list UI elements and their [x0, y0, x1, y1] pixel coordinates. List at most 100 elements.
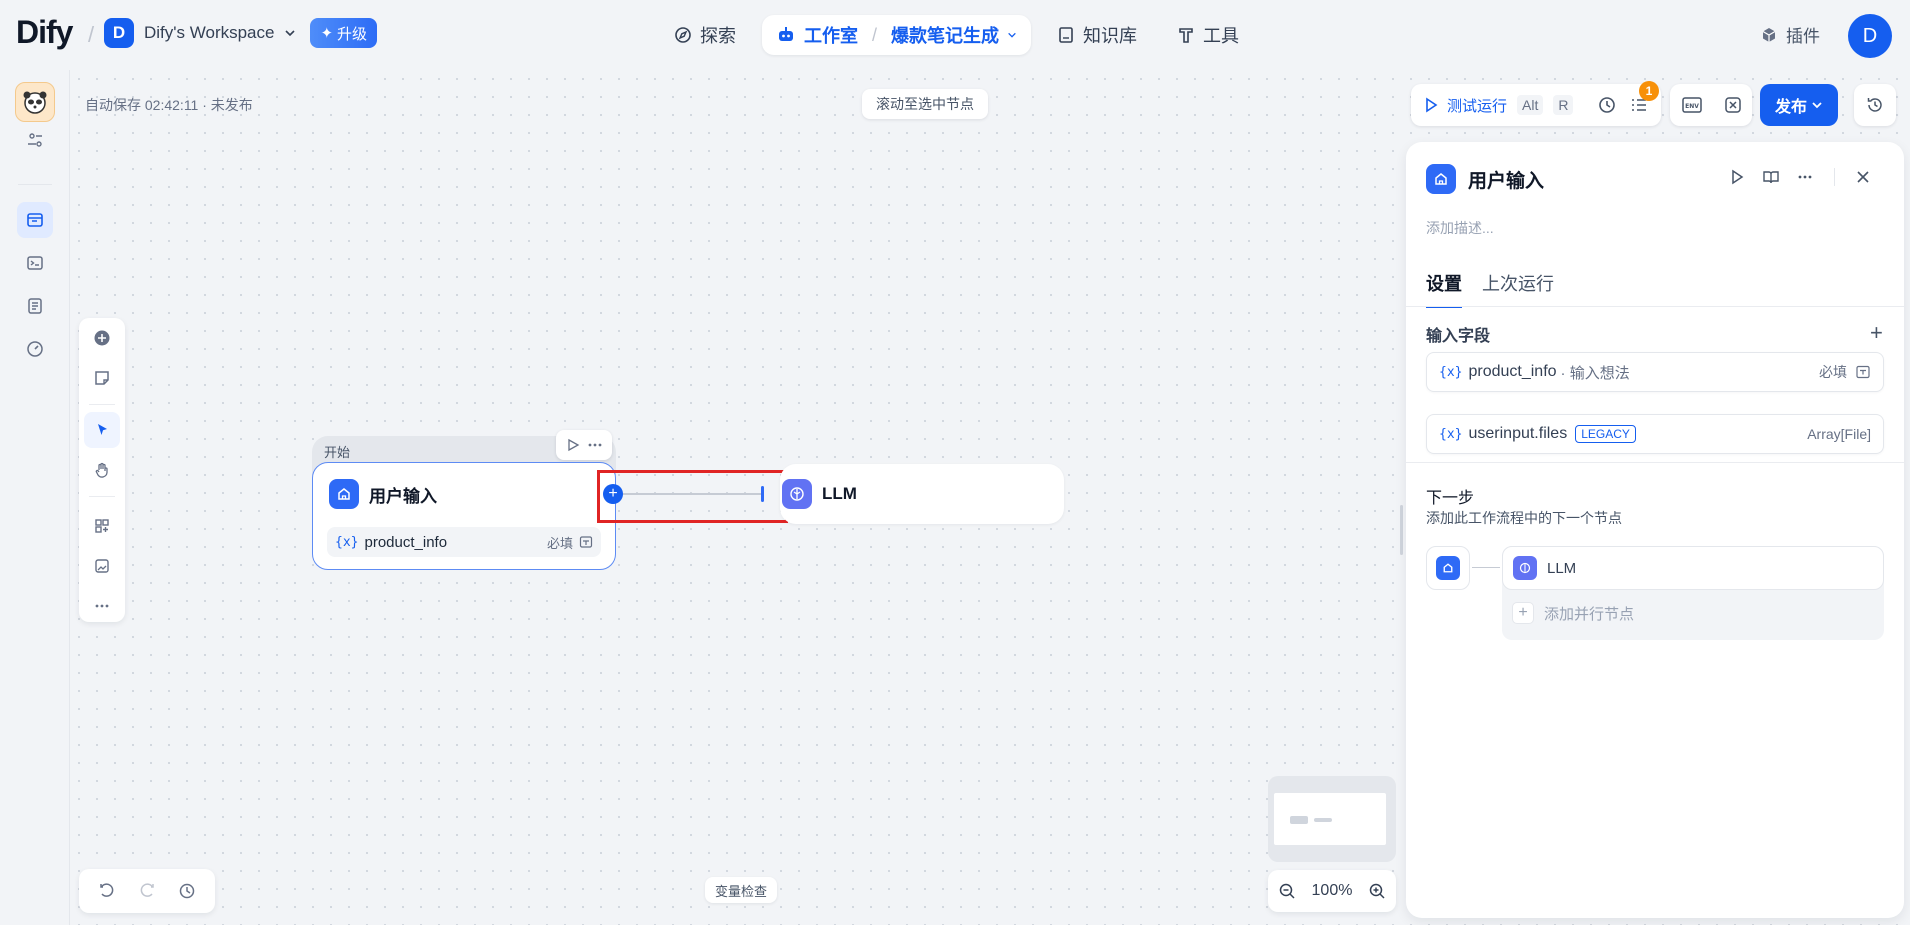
more-horizontal-icon[interactable]: [587, 437, 603, 453]
nav-studio-label: 工作室: [804, 26, 858, 46]
nav-studio[interactable]: 工作室 / 爆款笔记生成: [762, 15, 1032, 55]
zoom-level[interactable]: 100%: [1312, 882, 1353, 900]
add-parallel-node-button[interactable]: + 添加并行节点: [1512, 602, 1634, 624]
panel-actions: [1728, 168, 1871, 186]
help-book-icon[interactable]: [1762, 168, 1780, 186]
zoom-out-icon[interactable]: [1278, 882, 1296, 900]
test-run-button[interactable]: 测试运行 Alt R: [1423, 95, 1574, 116]
upgrade-button[interactable]: ✦ 升级: [310, 18, 378, 48]
organize-blocks-button[interactable]: [84, 508, 120, 544]
cursor-icon: [98, 424, 107, 435]
next-step-connector: [1472, 567, 1500, 568]
env-toolbar: ENV: [1670, 84, 1752, 126]
tab-last-run[interactable]: 上次运行: [1482, 270, 1554, 308]
home-icon: [1426, 164, 1456, 194]
workspace-switcher[interactable]: D Dify's Workspace ✦ 升级: [104, 18, 378, 48]
current-app-name[interactable]: 爆款笔记生成: [891, 22, 999, 48]
more-horizontal-icon[interactable]: [1796, 168, 1814, 186]
description-input[interactable]: 添加描述...: [1426, 218, 1494, 238]
publish-button[interactable]: 发布: [1760, 84, 1838, 126]
minimap-node: [1314, 818, 1332, 822]
nav-knowledge[interactable]: 知识库: [1043, 15, 1151, 55]
zoom-in-icon[interactable]: [1368, 882, 1386, 900]
breadcrumb-separator: /: [88, 22, 95, 47]
upgrade-label: 升级: [337, 25, 368, 43]
next-node-llm[interactable]: LLM: [1502, 546, 1884, 590]
redo-icon[interactable]: [138, 882, 156, 900]
add-field-button[interactable]: +: [1870, 320, 1883, 346]
scroll-to-selected-button[interactable]: 滚动至选中节点: [862, 89, 988, 119]
nav-explore[interactable]: 探索: [660, 15, 750, 55]
close-icon[interactable]: [1855, 169, 1871, 185]
nav-tools[interactable]: 工具: [1163, 15, 1253, 55]
panel-resize-handle[interactable]: [1400, 505, 1403, 555]
play-icon[interactable]: [566, 438, 580, 452]
version-history-icon[interactable]: [178, 882, 196, 900]
top-bar: Dify / D Dify's Workspace ✦ 升级 探索 工作室 / …: [0, 0, 1910, 70]
minimap-viewport: [1274, 793, 1386, 845]
nav-tools-label: 工具: [1203, 26, 1240, 46]
next-step-list: LLM + 添加并行节点: [1502, 546, 1884, 640]
autosave-status: 自动保存 02:42:11 · 未发布: [85, 97, 253, 113]
plugins-button[interactable]: 插件: [1760, 22, 1820, 47]
more-horizontal-icon: [95, 604, 109, 608]
pointer-mode-button[interactable]: [84, 412, 120, 448]
llm-node[interactable]: LLM: [780, 464, 1064, 524]
conversation-variables-icon[interactable]: [1724, 96, 1742, 114]
app-icon[interactable]: [15, 82, 55, 122]
variable-inspect-button[interactable]: 变量检查: [705, 877, 778, 903]
add-note-button[interactable]: [84, 360, 120, 396]
chevron-down-icon: [1812, 102, 1822, 109]
robot-icon: [779, 27, 793, 41]
undo-icon[interactable]: [98, 882, 116, 900]
nav-knowledge-label: 知识库: [1083, 26, 1138, 46]
variable-icon: {x}: [1439, 364, 1463, 380]
panel-actions-divider: [1834, 168, 1835, 186]
play-icon: [1426, 97, 1438, 113]
checklist-button[interactable]: 1: [1629, 81, 1659, 115]
llm-node-header: LLM: [782, 479, 857, 509]
svg-text:ENV: ENV: [1685, 103, 1699, 110]
sidebar-item-api[interactable]: [17, 245, 53, 281]
app-settings-button[interactable]: [17, 122, 53, 158]
tab-settings[interactable]: 设置: [1426, 270, 1462, 308]
sidebar-item-monitoring[interactable]: [17, 331, 53, 367]
input-field-row[interactable]: {x} userinput.files LEGACY Array[File]: [1426, 414, 1884, 454]
hand-mode-button[interactable]: [84, 452, 120, 488]
env-variables-icon[interactable]: ENV: [1681, 96, 1703, 114]
more-tools-button[interactable]: [84, 588, 120, 624]
panda-icon: [23, 91, 47, 114]
node-config-panel: 用户输入 添加描述... 设置 上次运行 输入字段 + {x} product_…: [1406, 142, 1904, 918]
dify-logo[interactable]: Dify: [16, 14, 73, 51]
start-node-group: 开始 用户输入 {x} product_info 必填: [312, 430, 616, 570]
highlight-box: [597, 470, 788, 523]
panel-header: 用户输入: [1426, 164, 1544, 194]
user-avatar[interactable]: D: [1848, 14, 1892, 58]
start-node-label: 开始: [324, 445, 351, 460]
minimap[interactable]: [1268, 776, 1396, 862]
field-name: product_info: [1468, 363, 1557, 380]
export-image-button[interactable]: [84, 548, 120, 584]
section-divider: [1406, 462, 1904, 463]
next-step-source: [1426, 546, 1470, 590]
canvas-tool-panel: [79, 318, 125, 622]
minimap-node: [1290, 816, 1308, 824]
start-node[interactable]: 用户输入 {x} product_info 必填: [312, 462, 616, 570]
run-step-icon[interactable]: [1728, 168, 1746, 186]
history-button[interactable]: [1854, 84, 1896, 126]
history-controls: [79, 869, 215, 913]
tool-divider: [89, 496, 115, 497]
hammer-icon: [1179, 28, 1193, 43]
start-node-header: 用户输入: [329, 479, 437, 509]
panel-title[interactable]: 用户输入: [1468, 166, 1544, 193]
add-node-button[interactable]: [84, 320, 120, 356]
input-field-row[interactable]: {x} product_info · 输入想法 必填: [1426, 352, 1884, 392]
sidebar-item-logs[interactable]: [17, 288, 53, 324]
sticky-note-icon: [95, 371, 109, 385]
field-name: product_info: [364, 533, 448, 551]
home-icon: [1436, 556, 1460, 580]
run-history-icon[interactable]: [1597, 95, 1617, 115]
sidebar-item-orchestrate[interactable]: [17, 202, 53, 238]
home-icon: [329, 479, 359, 509]
history-icon: [1867, 98, 1882, 112]
